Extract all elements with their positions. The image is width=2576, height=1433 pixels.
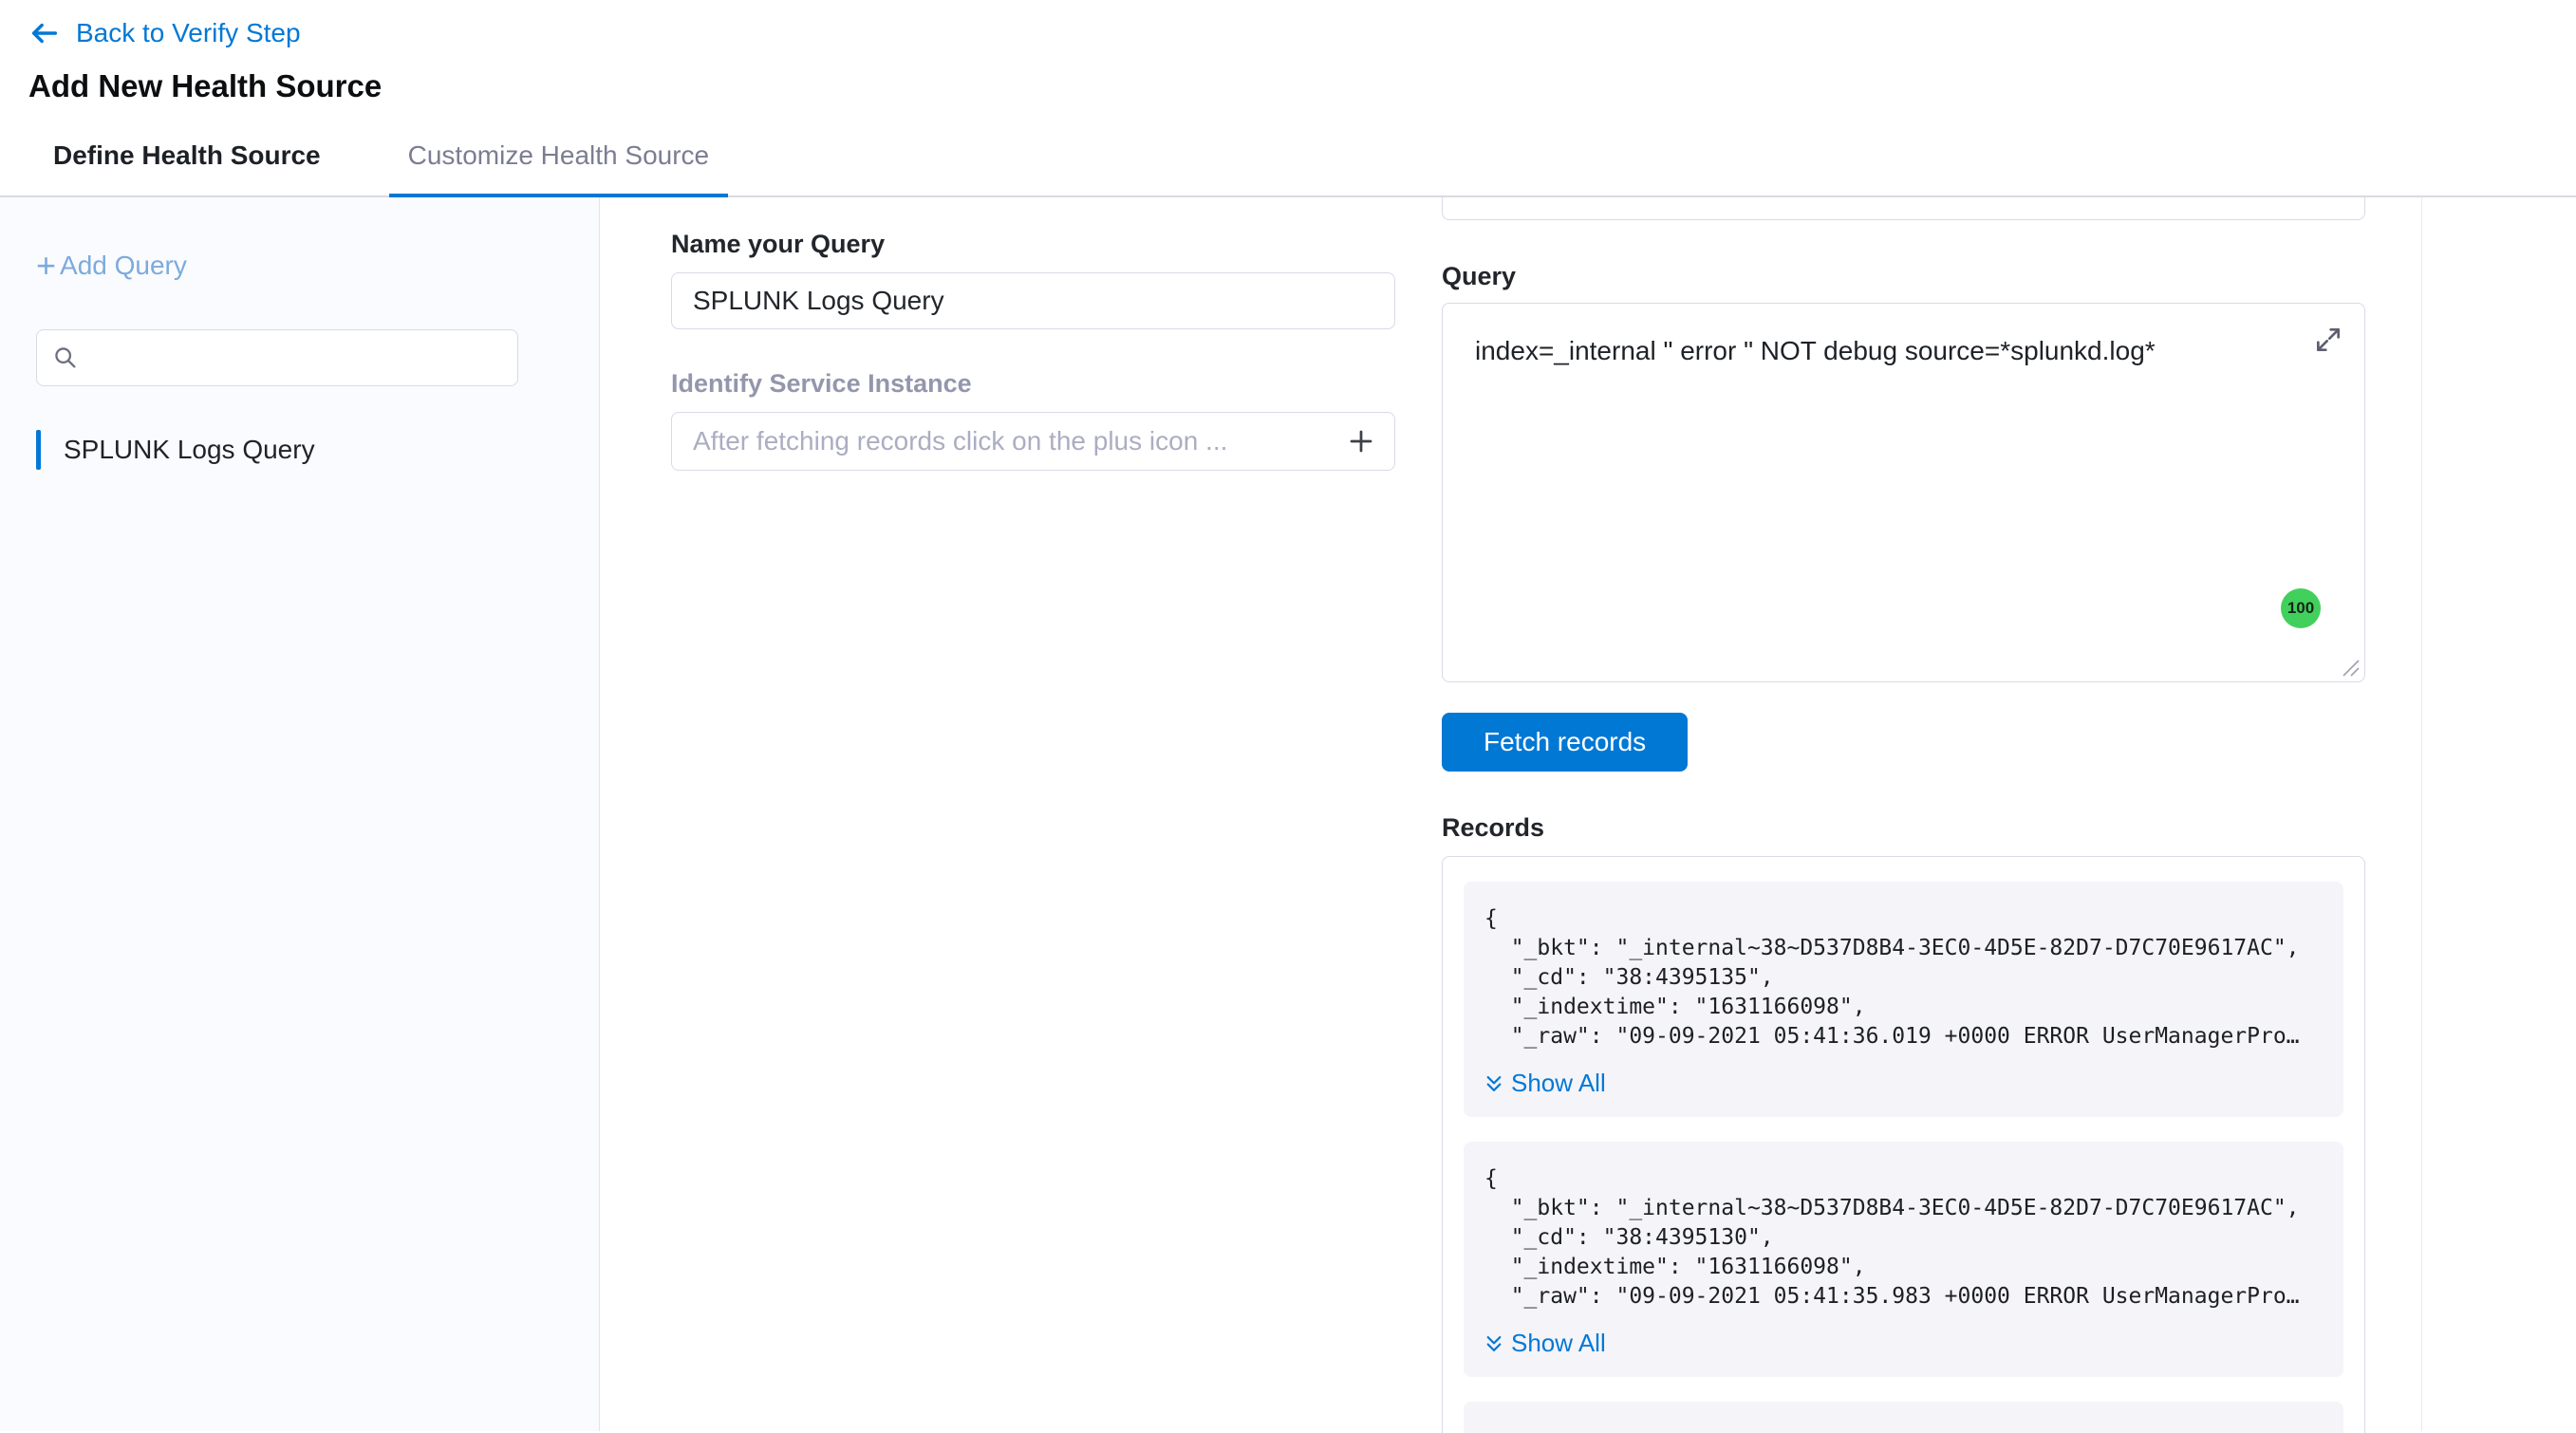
record-card: { "_bkt": "_internal~38~D537D8B4-3EC0-4D… — [1464, 1142, 2343, 1377]
tab-define-health-source[interactable]: Define Health Source — [34, 140, 340, 195]
query-label: Query — [1442, 262, 2365, 291]
query-search-input[interactable] — [79, 343, 502, 373]
record-json: { "_bkt": "_internal~38~D537D8B4-3EC0-4D… — [1484, 1164, 2324, 1312]
expand-icon[interactable] — [2305, 317, 2351, 363]
query-item-label[interactable]: SPLUNK Logs Query — [64, 435, 315, 465]
tab-customize-health-source[interactable]: Customize Health Source — [389, 140, 728, 195]
panel-right-divider — [2421, 197, 2422, 1431]
records-list: { "_bkt": "_internal~38~D537D8B4-3EC0-4D… — [1464, 882, 2343, 1377]
page-header: Back to Verify Step Add New Health Sourc… — [0, 0, 2576, 197]
show-all-label[interactable]: Show All — [1511, 1069, 1606, 1098]
show-all-label[interactable]: Show All — [1511, 1329, 1606, 1358]
query-search-box[interactable] — [36, 329, 518, 386]
resize-grip-icon[interactable] — [2338, 655, 2361, 678]
query-name-input[interactable] — [671, 272, 1395, 329]
partially-visible-input[interactable] — [1442, 197, 2365, 220]
query-list-item-splunk-logs-query[interactable]: SPLUNK Logs Query — [36, 428, 599, 472]
records-panel: { "_bkt": "_internal~38~D537D8B4-3EC0-4D… — [1442, 856, 2365, 1433]
query-records-column: Query index=_internal " error " NOT debu… — [1442, 197, 2365, 1433]
double-chevron-down-icon[interactable] — [1484, 1074, 1503, 1093]
tab-bar: Define Health Source Customize Health So… — [0, 140, 2576, 195]
record-json: { "_bkt": "_internal~38~D537D8B4-3EC0-4D… — [1484, 904, 2324, 1051]
show-all-link[interactable]: Show All — [1484, 1069, 1606, 1098]
service-instance-input[interactable] — [671, 412, 1395, 471]
fetch-records-button[interactable]: Fetch records — [1442, 713, 1688, 772]
query-form-column: Name your Query Identify Service Instanc… — [671, 197, 1395, 471]
service-instance-plus-button[interactable] — [1340, 420, 1382, 462]
plus-icon[interactable]: + — [36, 252, 56, 279]
page-title: Add New Health Source — [28, 68, 2576, 104]
identify-service-instance-label: Identify Service Instance — [671, 369, 1395, 399]
query-list: SPLUNK Logs Query — [36, 428, 599, 472]
records-label: Records — [1442, 813, 2365, 843]
double-chevron-down-icon[interactable] — [1484, 1334, 1503, 1353]
magnifier-icon — [52, 344, 79, 371]
add-query-label[interactable]: Add Query — [60, 251, 187, 281]
content: + Add Query SPLUNK Logs Query Name your … — [0, 197, 2576, 1431]
record-count-badge: 100 — [2281, 588, 2321, 628]
main-panel: Name your Query Identify Service Instanc… — [600, 197, 2576, 1431]
record-card: { "_bkt": "_internal~38~D537D8B4-3EC0-4D… — [1464, 882, 2343, 1117]
record-card-partial — [1464, 1402, 2343, 1433]
back-link[interactable]: Back to Verify Step — [28, 13, 2576, 53]
selected-indicator-bar — [36, 430, 41, 470]
service-instance-field — [671, 412, 1395, 471]
query-editor[interactable]: index=_internal " error " NOT debug sour… — [1442, 303, 2365, 682]
query-sidebar: + Add Query SPLUNK Logs Query — [0, 197, 600, 1431]
back-link-label[interactable]: Back to Verify Step — [76, 18, 301, 48]
arrow-left-icon[interactable] — [28, 17, 61, 49]
name-your-query-label: Name your Query — [671, 230, 1395, 259]
query-text[interactable]: index=_internal " error " NOT debug sour… — [1475, 336, 2156, 365]
add-query-button[interactable]: + Add Query — [36, 251, 187, 281]
show-all-link[interactable]: Show All — [1484, 1329, 1606, 1358]
